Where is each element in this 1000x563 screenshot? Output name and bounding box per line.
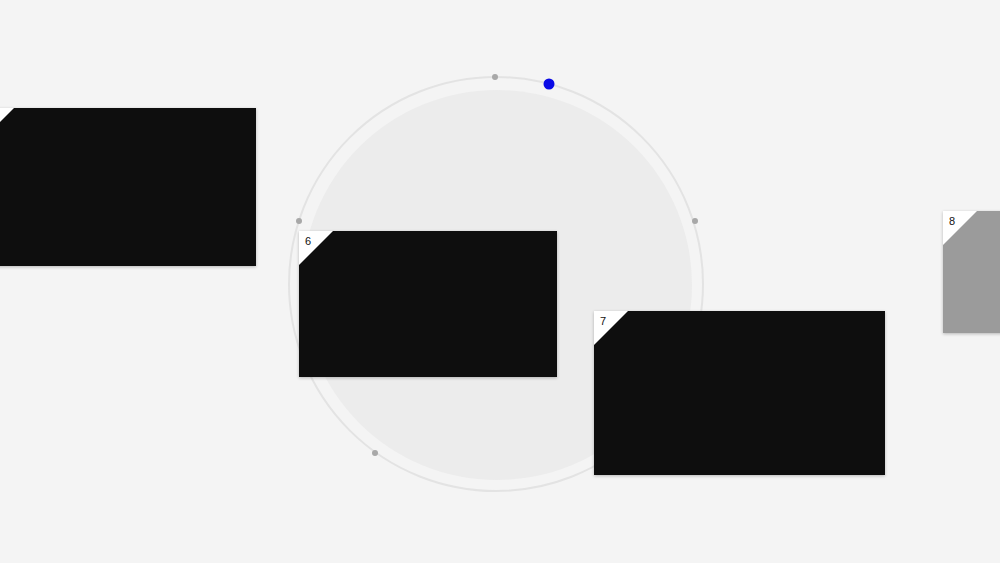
slide-number: 6	[305, 235, 311, 248]
corner-tab	[943, 211, 977, 245]
corner-tab	[0, 108, 14, 142]
slide-card[interactable]: 8	[943, 211, 1000, 333]
carousel-dot[interactable]	[544, 78, 555, 89]
corner-tab	[594, 311, 628, 345]
slide-card[interactable]	[0, 108, 256, 266]
corner-tab	[299, 231, 333, 265]
carousel-dot[interactable]	[296, 218, 302, 224]
slide-number: 8	[949, 215, 955, 228]
slide-card[interactable]: 7	[594, 311, 885, 475]
carousel-dot[interactable]	[692, 218, 698, 224]
slide-number: 7	[600, 315, 606, 328]
carousel-dot[interactable]	[492, 74, 498, 80]
carousel-dot[interactable]	[372, 450, 378, 456]
slide-card[interactable]: 6	[299, 231, 557, 377]
